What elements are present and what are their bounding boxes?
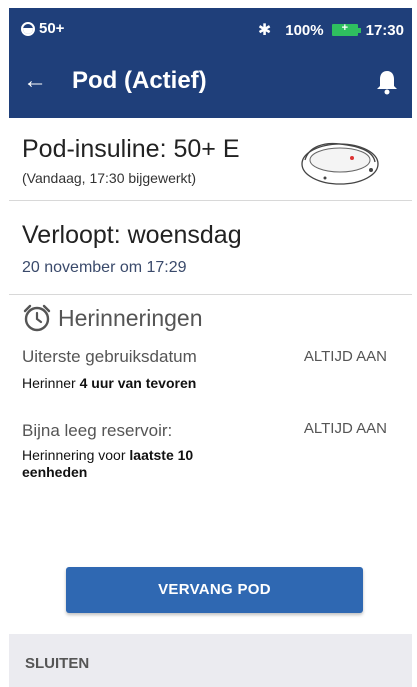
- pod-insulin-title: Pod-insuline: 50+ E: [22, 135, 240, 163]
- reminder-expiry-status: ALTIJD AAN: [303, 348, 387, 365]
- notification-indicator: 50+: [21, 20, 64, 37]
- status-right: ✱ 100% 17:30: [258, 20, 404, 40]
- reminder-note-bold: 4 uur van tevoren: [79, 375, 197, 391]
- reminder-reservoir-label: Bijna leeg reservoir:: [22, 421, 173, 440]
- reminder-expiry-note: Herinner 4 uur van tevoren: [22, 375, 282, 392]
- alarm-clock-icon: [23, 304, 51, 332]
- reminder-note-prefix: Herinnering voor: [22, 447, 130, 463]
- expiry-date: 20 november om 17:29: [22, 259, 187, 276]
- pod-updated-text: (Vandaag, 17:30 bijgewerkt): [22, 170, 197, 186]
- divider: [9, 294, 412, 295]
- pod-device-image: [301, 142, 379, 185]
- battery-icon: [331, 22, 361, 36]
- clock-time: 17:30: [365, 21, 404, 39]
- status-bar: 50+ ✱ 100% 17:30: [9, 8, 412, 50]
- pod-status-icon: [21, 21, 35, 36]
- reminder-reservoir-status: ALTIJD AAN: [303, 420, 387, 437]
- app-bar: ← Pod (Actief): [9, 50, 412, 118]
- bell-icon[interactable]: [376, 68, 398, 96]
- divider: [9, 200, 412, 201]
- close-button[interactable]: SLUITEN: [25, 655, 89, 672]
- notification-count: 50+: [39, 20, 65, 37]
- reminders-header-label: Herinneringen: [58, 304, 203, 331]
- reminders-header: Herinneringen: [22, 303, 202, 333]
- reminder-reservoir-note: Herinnering voor laatste 10 eenheden: [22, 447, 262, 481]
- expiry-title: Verloopt: woensdag: [22, 221, 242, 249]
- reminder-note-prefix: Herinner: [22, 375, 80, 391]
- footer-bar: SLUITEN: [9, 634, 412, 687]
- battery-percent: 100%: [285, 21, 324, 39]
- reminder-expiry-label: Uiterste gebruiksdatum: [22, 347, 197, 366]
- page-title: Pod (Actief): [72, 67, 207, 94]
- replace-pod-button[interactable]: VERVANG POD: [66, 567, 363, 613]
- arrow-left-icon[interactable]: ←: [23, 69, 47, 93]
- bluetooth-icon: ✱: [257, 22, 272, 39]
- screen: 50+ ✱ 100% 17:30 ← Pod (Actief) Pod-insu…: [0, 0, 417, 687]
